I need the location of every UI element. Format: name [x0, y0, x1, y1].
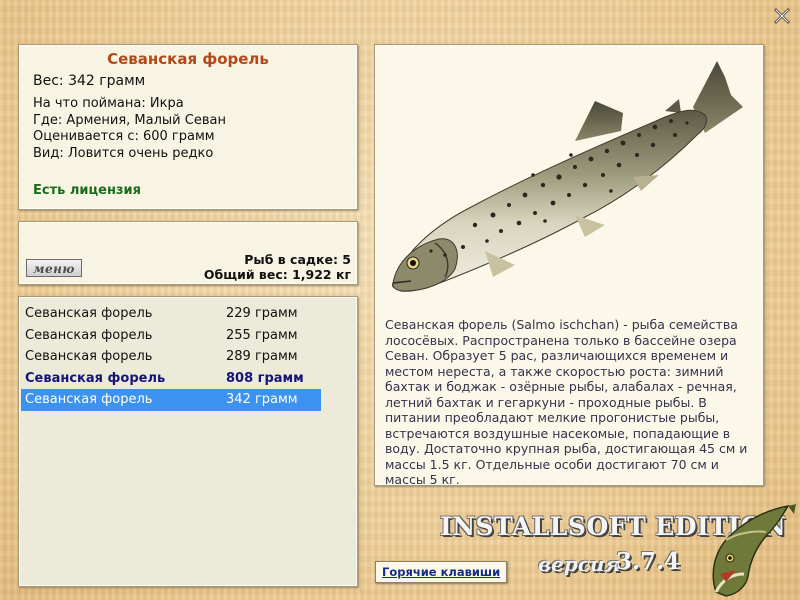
- cage-panel: меню Рыб в садке: 5 Общий вес: 1,922 кг: [18, 221, 358, 285]
- fish-description: Севанская форель (Salmo ischchan) - рыба…: [385, 317, 748, 487]
- catch-item-weight: 229 грамм: [226, 306, 298, 321]
- catch-list-item[interactable]: Севанская форель 229 грамм: [21, 303, 321, 325]
- catch-item-name: Севанская форель: [25, 392, 153, 407]
- fish-info-panel: Севанская форель Вес: 342 грамм На что п…: [18, 44, 358, 210]
- cage-stats: Рыб в садке: 5 Общий вес: 1,922 кг: [204, 252, 351, 282]
- fish-details: На что поймана: Икра Где: Армения, Малый…: [33, 96, 226, 162]
- version-number: 3.7.4: [616, 548, 681, 575]
- close-icon: [774, 8, 790, 24]
- fish-description-panel: Севанская форель (Salmo ischchan) - рыба…: [374, 44, 764, 487]
- catch-list-item[interactable]: Севанская форель 255 грамм: [21, 325, 321, 347]
- menu-button[interactable]: меню: [26, 259, 82, 277]
- catch-list: Севанская форель 229 грамм Севанская форел…: [21, 303, 321, 411]
- catch-item-name: Севанская форель: [25, 349, 153, 364]
- catch-list-panel: Севанская форель 229 грамм Севанская форел…: [18, 296, 358, 587]
- catch-item-weight: 808 грамм: [226, 370, 304, 386]
- catch-list-item[interactable]: Севанская форель 808 грамм: [21, 368, 321, 390]
- catch-item-name: Севанская форель: [25, 327, 153, 343]
- catch-item-weight: 342 грамм: [226, 392, 298, 407]
- catch-item-name: Севанская форель: [25, 306, 153, 321]
- catch-item-name: Севанская форель: [25, 370, 166, 386]
- catch-item-weight: 255 грамм: [226, 327, 298, 343]
- valued-from-text: Оценивается с: 600 грамм: [33, 129, 215, 144]
- hotkeys-button[interactable]: Горячие клавиши: [375, 561, 508, 583]
- trout-illustration: [392, 61, 743, 292]
- rarity-text: Вид: Ловится очень редко: [33, 145, 214, 161]
- version-word: версия: [538, 552, 621, 576]
- fish-name-title: Севанская форель: [107, 50, 269, 68]
- fish-weight: Вес: 342 грамм: [33, 73, 146, 89]
- catch-item-weight: 289 грамм: [226, 349, 298, 364]
- location-text: Где: Армения, Малый Севан: [33, 112, 226, 128]
- license-status: Есть лицензия: [33, 183, 141, 198]
- fish-count: Рыб в садке: 5: [244, 252, 351, 267]
- caught-on-text: На что поймана: Икра: [33, 96, 184, 111]
- catch-list-item[interactable]: Севанская форель 342 грамм: [21, 389, 321, 411]
- total-weight: Общий вес: 1,922 кг: [203, 267, 351, 282]
- close-button[interactable]: [772, 6, 792, 26]
- catch-list-item[interactable]: Севанская форель 289 грамм: [21, 346, 321, 368]
- pike-icon: [712, 504, 796, 597]
- edition-logo: INSTALLSOFT EDITION версия 3.7.4: [440, 504, 800, 600]
